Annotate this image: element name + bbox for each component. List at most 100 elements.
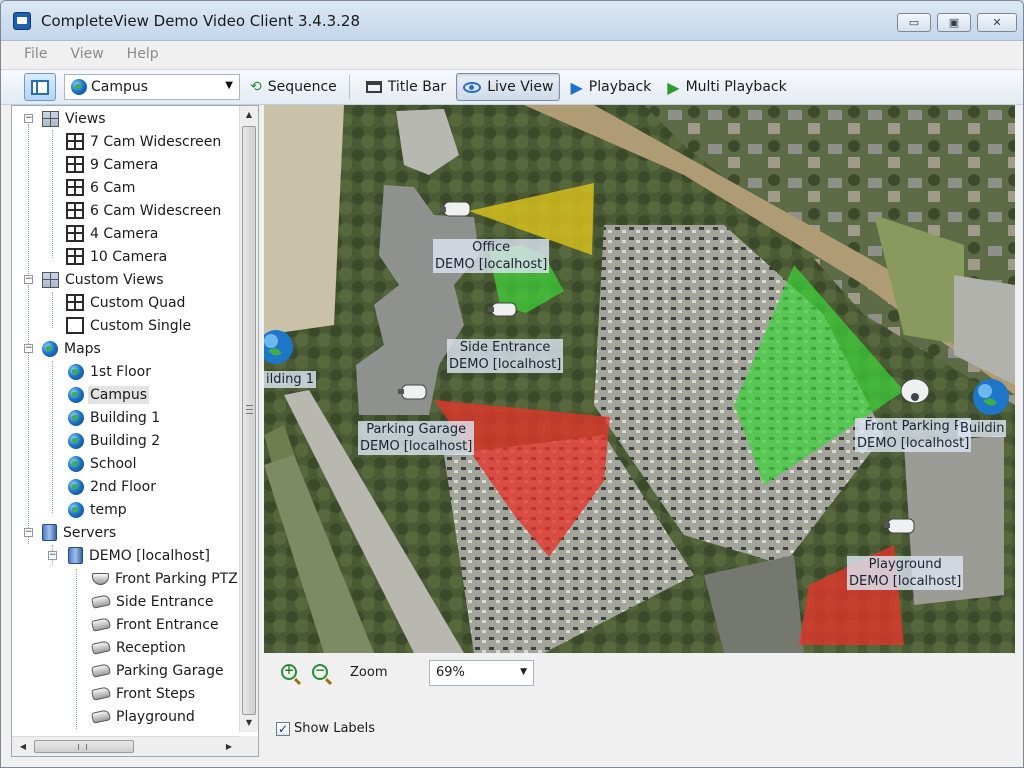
live-view-button[interactable]: Live View [456,73,561,101]
title-bar-label: Title Bar [387,79,447,95]
multi-play-icon: ▶ [667,77,680,97]
layout-grid-icon [66,202,84,219]
scroll-down-arrow-icon[interactable]: ▼ [240,714,258,732]
scrollbar-thumb[interactable] [34,740,134,753]
tree-item-label: Custom Quad [90,294,186,311]
camera-label-front-parking[interactable]: Front Parking P DEMO [localhost] [855,418,972,452]
toolbar-separator [348,75,350,99]
collapse-icon[interactable]: − [24,114,33,123]
tree-item-view[interactable]: 7 Cam Widescreen [66,130,221,153]
collapse-icon[interactable]: − [48,551,57,560]
tree-item-camera[interactable]: Side Entrance [91,590,214,613]
tree-item-camera[interactable]: Front Steps [91,682,195,705]
sequence-label: Sequence [267,79,337,95]
eye-icon [463,81,482,93]
maximize-button[interactable]: ▣ [937,13,971,32]
menu-help[interactable]: Help [127,46,159,62]
multi-playback-button[interactable]: ▶ Multi Playback [661,73,792,101]
tree-item-label: Parking Garage [116,662,224,679]
layout-single-icon [66,317,84,334]
tree-group-maps[interactable]: − Maps [24,337,101,360]
tree-item-camera[interactable]: Parking Garage [91,659,224,682]
collapse-icon[interactable]: − [24,528,33,537]
layout-panel-icon [31,79,49,95]
tree-item-view[interactable]: 6 Cam [66,176,135,199]
tree-item-label: 6 Cam Widescreen [90,202,222,219]
zoom-out-icon[interactable]: − [312,663,328,680]
layout-toggle-button[interactable] [24,73,56,101]
tree-item-camera[interactable]: Reception [91,636,186,659]
tree-group-servers[interactable]: − Servers [24,521,116,544]
camera-label-side-entrance[interactable]: Side Entrance DEMO [localhost] [447,339,564,373]
scroll-left-arrow-icon[interactable]: ◀ [14,737,32,756]
window-title: CompleteView Demo Video Client 3.4.3.28 [41,12,360,30]
tree-item-view[interactable]: 9 Camera [66,153,158,176]
title-bar: CompleteView Demo Video Client 3.4.3.28 … [1,1,1023,41]
tree-item-view[interactable]: 10 Camera [66,245,167,268]
camera-server: DEMO [localhost] [449,357,562,372]
navigation-tree[interactable]: − Views 7 Cam Widescreen 9 Camera 6 Cam … [12,106,240,732]
chevron-down-icon: ▼ [225,80,233,91]
show-labels-checkbox[interactable]: ✓ [276,721,290,736]
tree-group-views[interactable]: − Views [24,107,106,130]
campus-map-view[interactable]: Office DEMO [localhost] Side Entrance DE… [264,105,1015,653]
close-button[interactable]: ✕ [977,13,1017,32]
globe-icon [68,363,84,380]
scroll-up-arrow-icon[interactable]: ▲ [240,106,258,124]
map-link-building-2[interactable]: Buildin [958,420,1007,437]
tree-item-view[interactable]: 6 Cam Widescreen [66,199,221,222]
tree-horizontal-scrollbar[interactable]: ◀ ▶ [12,736,240,756]
play-icon: ▶ [570,77,583,97]
camera-label-parking-garage[interactable]: Parking Garage DEMO [localhost] [358,421,475,455]
globe-icon [42,340,58,357]
camera-label-office[interactable]: Office DEMO [localhost] [433,239,550,273]
tree-item-map[interactable]: 1st Floor [68,360,151,383]
tree-item-custom-view[interactable]: Custom Quad [66,291,185,314]
menu-view[interactable]: View [70,46,103,62]
tree-item-map[interactable]: Building 2 [68,429,160,452]
tree-item-map[interactable]: temp [68,498,127,521]
layout-grid-icon [66,179,84,196]
collapse-icon[interactable]: − [24,344,33,353]
tree-item-map-selected[interactable]: Campus [68,383,150,406]
map-link-building-1[interactable]: ilding 1 [264,371,316,388]
camera-label-playground[interactable]: Playground DEMO [localhost] [847,556,964,590]
tree-line [52,292,53,328]
tree-item-camera[interactable]: Front Parking PTZ [92,567,238,590]
globe-icon [68,432,84,449]
camera-name: Front Parking P [864,419,962,434]
tree-item-map[interactable]: 2nd Floor [68,475,156,498]
tree-item-camera[interactable]: Front Entrance [91,613,219,636]
zoom-select[interactable]: 69% ▼ [429,660,534,686]
tree-group-custom-views[interactable]: − Custom Views [24,268,164,291]
tree-vertical-scrollbar[interactable]: ▲ ▼ [239,106,258,732]
zoom-in-icon[interactable]: + [281,663,297,680]
minimize-button[interactable]: ▭ [897,13,931,32]
views-icon [42,110,59,127]
scroll-right-arrow-icon[interactable]: ▶ [220,737,238,756]
tree-item-server[interactable]: − DEMO [localhost] [48,544,210,567]
map-select[interactable]: Campus ▼ [64,74,240,100]
title-bar-button[interactable]: Title Bar [360,73,452,101]
layout-grid-icon [66,248,84,265]
menu-file[interactable]: File [24,46,47,62]
tree-item-label: Side Entrance [116,593,214,610]
tree-item-map[interactable]: Building 1 [68,406,160,429]
tree-item-custom-view[interactable]: Custom Single [66,314,191,337]
globe-icon [68,409,84,426]
scrollbar-thumb[interactable] [242,126,256,715]
sequence-button[interactable]: ⟲ Sequence [244,73,343,101]
collapse-icon[interactable]: − [24,275,33,284]
camera-icon [91,640,111,655]
title-bar-icon [365,81,382,93]
playback-label: Playback [588,79,652,95]
playback-button[interactable]: ▶ Playback [564,73,657,101]
show-labels-option[interactable]: ✓ Show Labels [276,721,375,736]
tree-item-view[interactable]: 4 Camera [66,222,158,245]
globe-icon [68,386,84,403]
tree-item-camera[interactable]: Playground [91,705,195,728]
camera-icon [91,594,111,609]
camera-name: Playground [868,557,942,572]
tree-line [76,569,77,729]
tree-item-map[interactable]: School [68,452,136,475]
